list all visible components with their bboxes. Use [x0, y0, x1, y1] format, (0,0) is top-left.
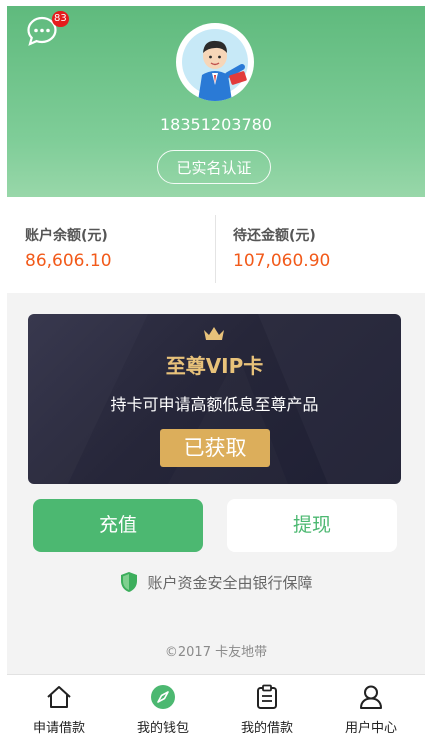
copyright: ©2017 卡友地带	[164, 645, 268, 660]
withdraw-button[interactable]: 提现	[227, 499, 397, 552]
home-icon	[47, 686, 71, 708]
phone-number: 18351203780	[160, 115, 272, 134]
tab-user-center-label: 用户中心	[344, 721, 397, 736]
vip-subtitle: 持卡可申请高额低息至尊产品	[110, 395, 319, 414]
compass-icon	[151, 685, 175, 709]
clipboard-icon	[257, 684, 277, 709]
bottom-tab-bar: 申请借款 我的钱包 我的借款 用户中心	[7, 674, 425, 748]
account-balance: 账户余额(元) 86,606.10	[25, 225, 112, 271]
account-balance-value: 86,606.10	[25, 251, 112, 271]
app-frame: 83 18351203780 已实名认证 账户余额(元) 86,606.10 待…	[7, 6, 425, 748]
due-amount-label: 待还金额(元)	[233, 228, 316, 244]
user-icon	[360, 685, 382, 709]
security-note: 账户资金安全由银行保障	[7, 571, 425, 593]
due-amount: 待还金额(元) 107,060.90	[233, 225, 330, 271]
balance-panel: 账户余额(元) 86,606.10 待还金额(元) 107,060.90	[7, 197, 425, 293]
tab-my-wallet[interactable]: 我的钱包	[111, 683, 215, 736]
verified-button[interactable]: 已实名认证	[157, 150, 271, 184]
tab-apply-loan[interactable]: 申请借款	[7, 683, 111, 736]
tab-user-center[interactable]: 用户中心	[319, 683, 423, 736]
shield-icon	[121, 572, 138, 592]
tab-my-loans-label: 我的借款	[240, 721, 293, 736]
vip-card[interactable]: 至尊VIP卡 持卡可申请高额低息至尊产品 已获取	[28, 314, 401, 484]
tab-my-loans[interactable]: 我的借款	[215, 683, 319, 736]
recharge-button[interactable]: 充值	[33, 499, 203, 552]
tab-apply-loan-label: 申请借款	[32, 721, 85, 736]
vip-title: 至尊VIP卡	[165, 354, 264, 378]
vip-obtained-button[interactable]: 已获取	[160, 429, 270, 467]
crown-icon	[204, 327, 224, 340]
balance-divider	[215, 215, 216, 283]
security-note-text: 账户资金安全由银行保障	[147, 574, 313, 592]
account-balance-label: 账户余额(元)	[25, 228, 108, 244]
message-count-badge: 83	[52, 11, 69, 27]
due-amount-value: 107,060.90	[233, 251, 331, 271]
profile-header: 83 18351203780 已实名认证	[7, 6, 425, 197]
avatar[interactable]	[176, 23, 254, 101]
tab-my-wallet-label: 我的钱包	[136, 721, 189, 736]
